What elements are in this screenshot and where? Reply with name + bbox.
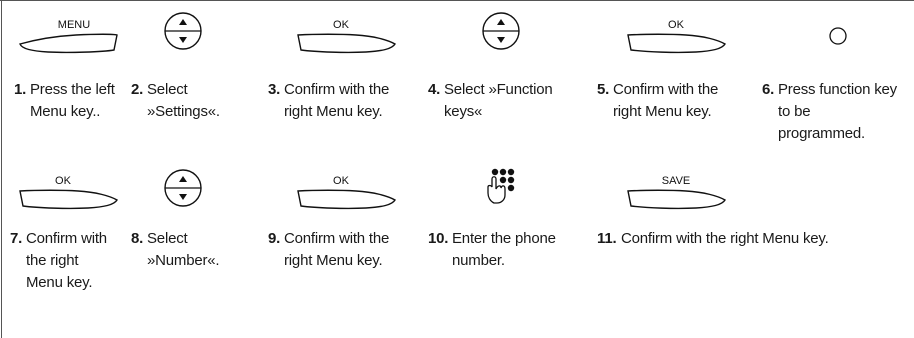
step-text: Select »Settings«.	[147, 81, 220, 120]
save-key-label: SAVE	[662, 175, 691, 187]
step-5: 5. Confirm with the right Menu key.	[597, 79, 747, 123]
step-text: Press the left Menu key..	[30, 81, 115, 120]
ok-key-label: OK	[333, 19, 350, 31]
nav-key-icon	[478, 10, 526, 52]
ok-key-label: OK	[333, 175, 350, 187]
step-text: Confirm with the right Menu key.	[26, 230, 107, 291]
step-11: 11. Confirm with the right Menu key.	[597, 228, 897, 250]
page-border-top	[0, 0, 914, 1]
keypad-hand-icon	[486, 167, 520, 205]
ok-key-label: OK	[55, 175, 72, 187]
step-8: 8. Select »Number«.	[131, 228, 256, 272]
function-key-icon	[828, 26, 848, 46]
menu-key-label: MENU	[58, 19, 90, 31]
nav-key-icon	[160, 10, 208, 52]
step-number: 1.	[14, 81, 27, 98]
step-number: 10.	[428, 230, 449, 247]
step-number: 11.	[597, 230, 617, 247]
step-number: 4.	[428, 81, 441, 98]
page-border-left	[1, 0, 2, 338]
step-6: 6. Press function key to be programmed.	[762, 79, 897, 145]
step-3: 3. Confirm with the right Menu key.	[268, 79, 413, 123]
right-menu-key-icon: SAVE	[626, 168, 728, 210]
right-menu-key-icon: OK	[18, 168, 120, 210]
step-4: 4. Select »Function keys«	[428, 79, 593, 123]
step-9: 9. Confirm with the right Menu key.	[268, 228, 413, 272]
step-text: Confirm with the right Menu key.	[613, 81, 719, 120]
left-menu-key-icon: MENU	[18, 12, 120, 54]
step-number: 3.	[268, 81, 281, 98]
step-text: Confirm with the right Menu key.	[621, 230, 829, 247]
right-menu-key-icon: OK	[296, 12, 398, 54]
step-text: Confirm with the right Menu key.	[284, 230, 390, 269]
step-number: 6.	[762, 81, 775, 98]
right-menu-key-icon: OK	[626, 12, 728, 54]
step-text: Press function key to be programmed.	[778, 81, 897, 142]
step-2: 2. Select »Settings«.	[131, 79, 256, 123]
step-text: Select »Function keys«	[444, 81, 553, 120]
step-number: 9.	[268, 230, 281, 247]
step-number: 2.	[131, 81, 144, 98]
step-number: 8.	[131, 230, 144, 247]
step-10: 10. Enter the phone number.	[428, 228, 598, 272]
right-menu-key-icon: OK	[296, 168, 398, 210]
step-7: 7. Confirm with the right Menu key.	[10, 228, 115, 294]
step-1: 1. Press the left Menu key..	[14, 79, 124, 123]
step-number: 7.	[10, 230, 23, 247]
nav-key-icon	[160, 167, 208, 209]
step-text: Enter the phone number.	[452, 230, 556, 269]
step-text: Select »Number«.	[147, 230, 220, 269]
step-number: 5.	[597, 81, 610, 98]
ok-key-label: OK	[668, 19, 685, 31]
step-text: Confirm with the right Menu key.	[284, 81, 390, 120]
